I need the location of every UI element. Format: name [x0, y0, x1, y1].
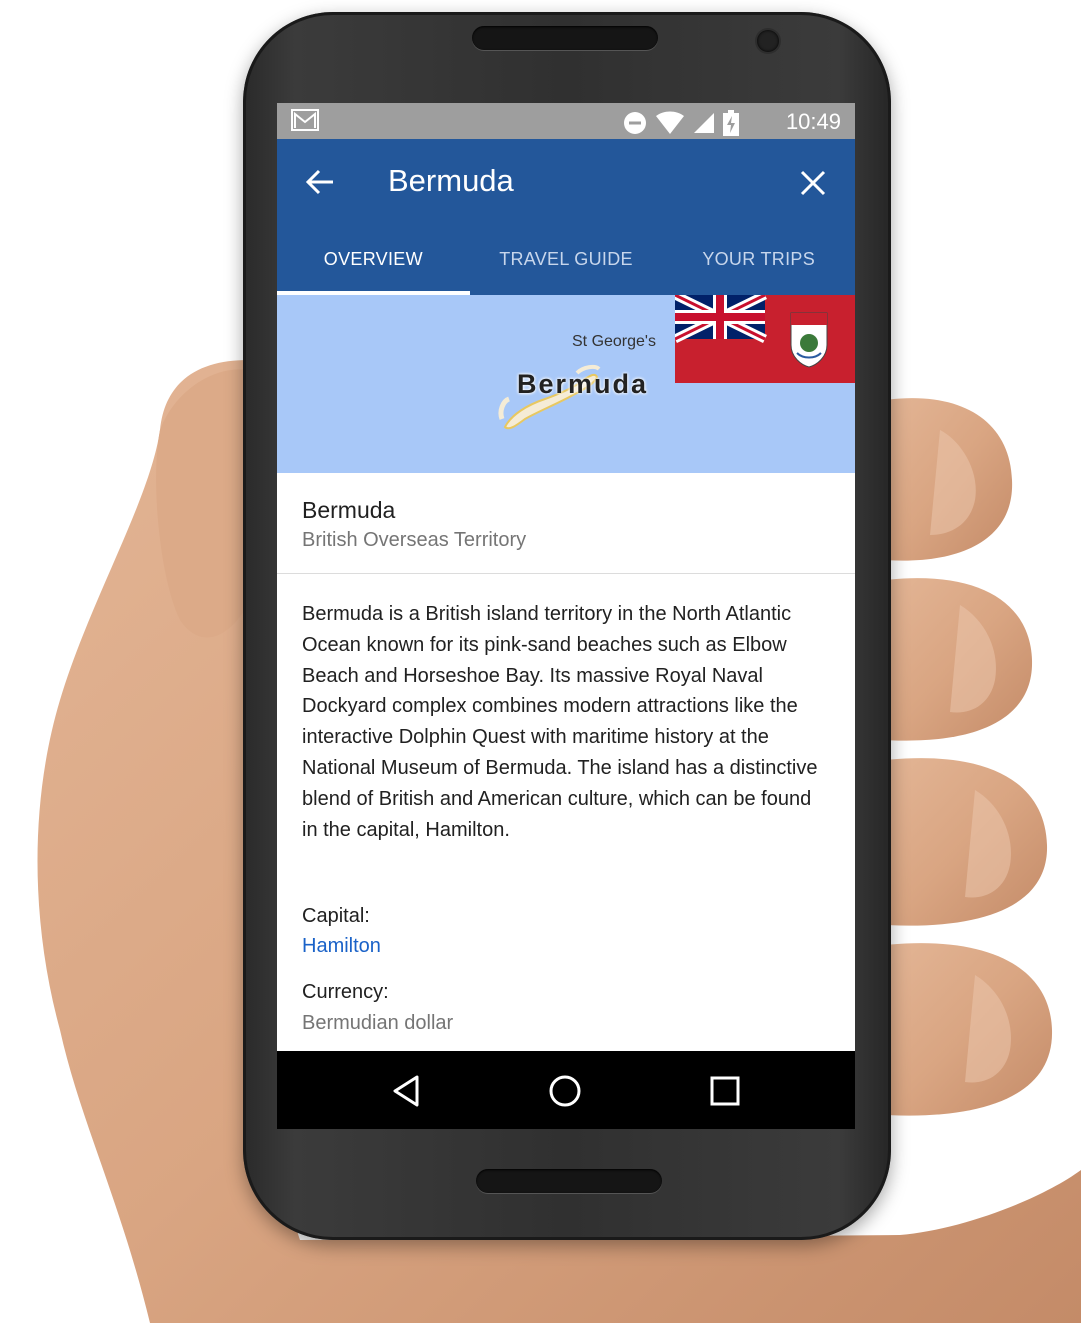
recents-square-icon[interactable]	[707, 1073, 743, 1109]
home-circle-icon[interactable]	[547, 1073, 583, 1109]
battery-charging-icon	[723, 110, 739, 136]
currency-label: Currency:	[302, 981, 389, 1003]
phone-screen: 10:49 Bermuda OVERVIEW TRAVEL GUIDE YOUR…	[277, 103, 855, 1129]
gmail-icon	[291, 109, 319, 131]
do-not-disturb-icon	[624, 112, 646, 134]
tab-your-trips[interactable]: YOUR TRIPS	[662, 239, 855, 295]
cell-signal-icon	[694, 113, 714, 133]
status-time: 10:49	[785, 109, 841, 134]
app-bar: Bermuda OVERVIEW TRAVEL GUIDE YOUR TRIPS	[277, 139, 855, 295]
capital-label: Capital:	[302, 905, 370, 927]
place-name: Bermuda	[302, 497, 396, 523]
capital-link[interactable]: Hamilton	[302, 935, 381, 958]
divider	[277, 573, 855, 574]
system-nav-bar	[277, 1051, 855, 1129]
front-camera	[757, 30, 779, 52]
map-island-label: Bermuda	[517, 369, 649, 399]
tab-travel-guide[interactable]: TRAVEL GUIDE	[470, 239, 663, 295]
tab-bar: OVERVIEW TRAVEL GUIDE YOUR TRIPS	[277, 239, 855, 295]
close-icon[interactable]	[799, 169, 827, 197]
status-icons	[623, 110, 739, 136]
place-description: Bermuda is a British island territory in…	[302, 603, 818, 841]
status-bar: 10:49	[277, 103, 855, 139]
map-town-label: St George's	[572, 333, 656, 350]
map-thumbnail[interactable]: St George's Bermuda	[277, 295, 855, 473]
bottom-speaker	[476, 1169, 662, 1193]
currency-value: Bermudian dollar	[302, 1012, 454, 1034]
page-title: Bermuda	[388, 163, 514, 198]
back-triangle-icon[interactable]	[389, 1073, 425, 1109]
wifi-icon	[656, 111, 684, 134]
bermuda-flag	[675, 295, 855, 383]
tab-overview[interactable]: OVERVIEW	[277, 239, 470, 295]
place-type: British Overseas Territory	[302, 529, 527, 551]
back-arrow-icon[interactable]	[305, 167, 335, 197]
top-speaker	[472, 26, 658, 50]
